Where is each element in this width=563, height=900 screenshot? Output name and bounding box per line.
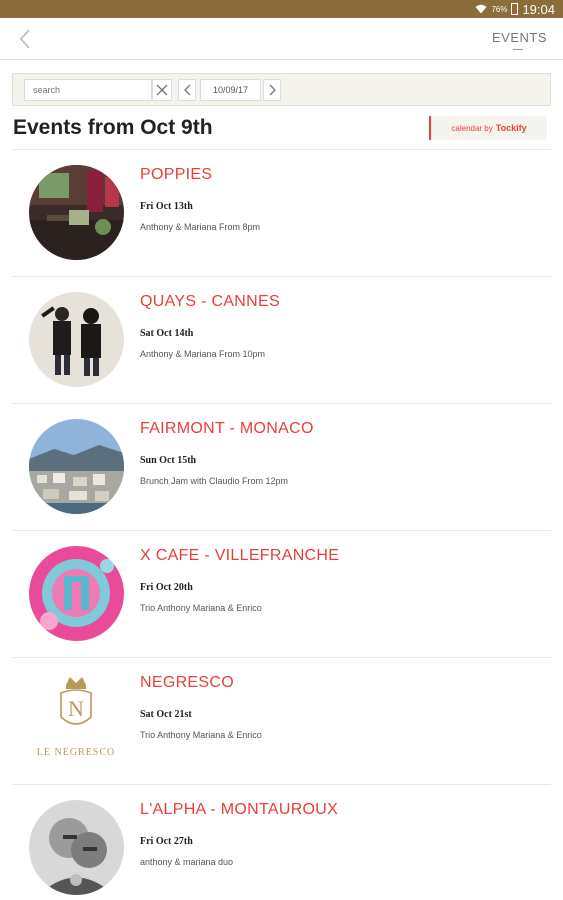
event-title[interactable]: X CAFE - VILLEFRANCHE	[140, 547, 339, 565]
event-description: Anthony & Mariana From 8pm	[140, 222, 261, 232]
event-title[interactable]: L'ALPHA - MONTAUROUX	[140, 801, 338, 819]
events-nav-link[interactable]: EVENTS	[492, 30, 547, 45]
next-date-button[interactable]	[263, 79, 281, 101]
tockify-credit-link[interactable]: calendar by Tockify	[429, 116, 547, 140]
event-item[interactable]: L'ALPHA - MONTAUROUX Fri Oct 27th anthon…	[12, 784, 551, 900]
event-image	[29, 419, 124, 514]
tockify-prefix: calendar by	[451, 123, 493, 133]
event-date: Sat Oct 21st	[140, 709, 192, 720]
calendar-toolbar: 10/09/17	[12, 73, 551, 106]
search-input[interactable]	[24, 79, 152, 101]
event-item[interactable]: POPPIES Fri Oct 13th Anthony & Mariana F…	[12, 149, 551, 276]
event-date: Fri Oct 27th	[140, 836, 193, 847]
event-item[interactable]: QUAYS - CANNES Sat Oct 14th Anthony & Ma…	[12, 276, 551, 403]
event-image	[29, 800, 124, 895]
chevron-left-icon	[183, 84, 190, 96]
event-description: Trio Anthony Mariana & Enrico	[140, 603, 262, 613]
back-button[interactable]	[10, 24, 40, 54]
negresco-logo-text: LE NEGRESCO	[37, 747, 116, 758]
svg-text:N: N	[68, 696, 84, 721]
clear-search-button[interactable]	[152, 79, 172, 101]
negresco-logo: N LE NEGRESCO	[29, 673, 124, 768]
event-description: Brunch Jam with Claudio From 12pm	[140, 476, 289, 486]
tockify-brand: Tockify	[495, 123, 527, 133]
event-date: Sat Oct 14th	[140, 328, 194, 339]
event-date: Fri Oct 13th	[140, 201, 193, 212]
chevron-left-icon	[19, 29, 30, 49]
event-item[interactable]: FAIRMONT - MONACO Sun Oct 15th Brunch Ja…	[12, 403, 551, 530]
previous-date-button[interactable]	[178, 79, 196, 101]
event-title[interactable]: POPPIES	[140, 166, 212, 184]
event-item[interactable]: X CAFE - VILLEFRANCHE Fri Oct 20th Trio …	[12, 530, 551, 657]
event-image	[29, 165, 124, 260]
event-image	[29, 546, 124, 641]
app-top-bar: EVENTS	[0, 18, 563, 60]
event-description: Trio Anthony Mariana & Enrico	[140, 730, 262, 740]
event-list: POPPIES Fri Oct 13th Anthony & Mariana F…	[12, 149, 551, 900]
event-date: Fri Oct 20th	[140, 582, 193, 593]
event-title[interactable]: NEGRESCO	[140, 674, 234, 692]
wifi-icon	[475, 4, 487, 14]
event-image	[29, 292, 124, 387]
status-icons: 76% 19:04	[475, 1, 555, 17]
event-item[interactable]: N LE NEGRESCO NEGRESCO Sat Oct 21st Trio…	[12, 657, 551, 784]
events-underline	[513, 49, 523, 50]
page-title: Events from Oct 9th	[13, 116, 213, 139]
event-title[interactable]: FAIRMONT - MONACO	[140, 420, 314, 438]
battery-icon	[511, 3, 519, 15]
event-title[interactable]: QUAYS - CANNES	[140, 293, 280, 311]
status-bar: 76% 19:04	[0, 0, 563, 18]
clock: 19:04	[522, 1, 555, 17]
date-picker-field[interactable]: 10/09/17	[200, 79, 261, 101]
event-description: anthony & mariana duo	[140, 857, 234, 867]
chevron-right-icon	[269, 84, 276, 96]
event-description: Anthony & Mariana From 10pm	[140, 349, 266, 359]
battery-percent: 76%	[491, 4, 508, 14]
close-icon	[156, 84, 168, 96]
event-date: Sun Oct 15th	[140, 455, 197, 466]
